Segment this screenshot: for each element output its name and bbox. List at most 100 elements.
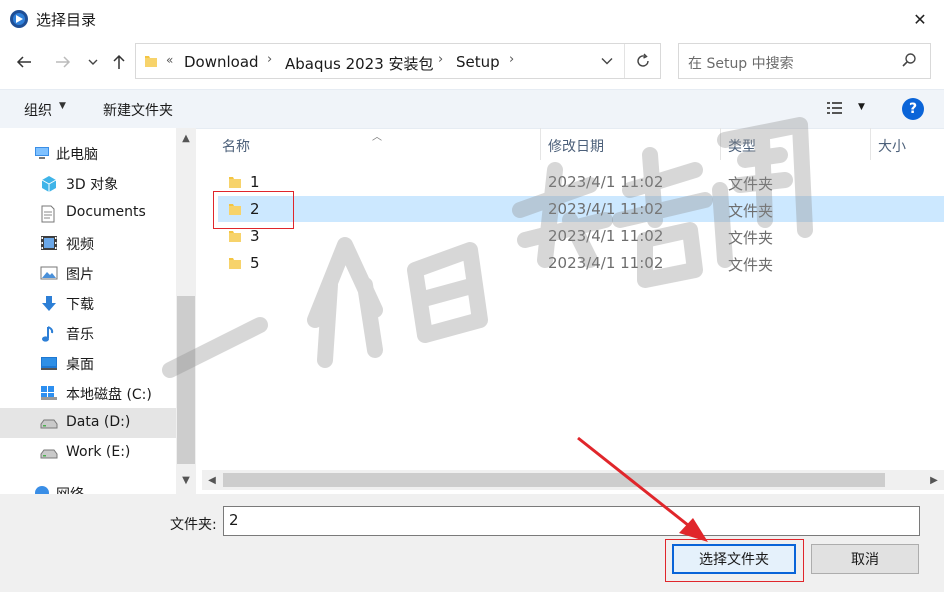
sidebar-item-label: 此电脑 — [56, 147, 98, 163]
horizontal-scroll-thumb[interactable] — [223, 473, 885, 487]
breadcrumb-separator[interactable]: › — [438, 52, 443, 67]
sidebar-item-3d-objects[interactable]: 3D 对象 — [0, 168, 176, 198]
recent-locations-button[interactable] — [83, 49, 103, 75]
file-type: 文件夹 — [728, 229, 774, 247]
close-icon: ✕ — [913, 9, 927, 29]
breadcrumb-separator[interactable]: › — [509, 52, 514, 67]
command-toolbar: 组织 ▼ 新建文件夹 ▼ ? — [0, 89, 944, 129]
file-date: 2023/4/1 11:02 — [548, 173, 664, 191]
new-folder-button[interactable]: 新建文件夹 — [103, 100, 173, 120]
column-divider[interactable] — [720, 128, 721, 160]
folder-field-label: 文件夹: — [170, 517, 217, 533]
view-caret-icon[interactable]: ▼ — [858, 102, 865, 112]
breadcrumb-setup[interactable]: Setup — [456, 53, 500, 71]
sidebar-scroll-thumb[interactable] — [177, 296, 195, 464]
column-header-type[interactable]: 类型 — [728, 136, 756, 156]
window-title: 选择目录 — [36, 11, 97, 29]
file-type: 文件夹 — [728, 256, 774, 274]
sidebar-item-downloads[interactable]: 下载 — [0, 288, 176, 318]
close-button[interactable]: ✕ — [904, 4, 936, 34]
file-name: 5 — [250, 254, 260, 272]
annotation-arrow-icon — [577, 436, 708, 542]
scroll-up-icon[interactable]: ▲ — [176, 128, 196, 148]
file-row[interactable]: 1 2023/4/1 11:02 文件夹 — [218, 169, 944, 195]
breadcrumb-abaqus[interactable]: Abaqus 2023 安装包 — [285, 53, 434, 74]
folder-icon — [228, 256, 242, 274]
sidebar-item-label: Documents — [66, 204, 146, 220]
up-button[interactable] — [106, 49, 132, 75]
title-bar: 选择目录 ✕ — [0, 0, 944, 38]
sidebar-item-video[interactable]: 视频 — [0, 228, 176, 258]
sidebar-item-drive-d[interactable]: Data (D:) — [0, 408, 176, 438]
file-date: 2023/4/1 11:02 — [548, 200, 664, 218]
search-icon[interactable] — [901, 52, 917, 72]
breadcrumb-separator[interactable]: › — [267, 52, 272, 67]
sidebar-item-documents[interactable]: Documents — [0, 198, 176, 228]
navigation-pane: 此电脑 3D 对象 Documents 视频 图片 下载 音乐 桌面 本地磁盘 … — [0, 128, 196, 494]
sidebar-item-desktop[interactable]: 桌面 — [0, 348, 176, 378]
arrow-up-icon — [113, 54, 125, 69]
download-icon — [40, 295, 58, 311]
overflow-chevron-icon[interactable]: « — [166, 53, 173, 67]
file-type: 文件夹 — [728, 175, 774, 193]
sidebar-item-label: Data (D:) — [66, 414, 131, 430]
music-icon — [40, 325, 58, 342]
organize-button[interactable]: 组织 — [24, 100, 52, 120]
file-date: 2023/4/1 11:02 — [548, 254, 664, 272]
file-type: 文件夹 — [728, 202, 774, 220]
scroll-left-icon[interactable]: ◀ — [202, 470, 222, 490]
sidebar-item-label: 网络 — [56, 484, 84, 494]
app-icon — [9, 9, 29, 29]
arrow-left-icon — [16, 56, 31, 68]
cancel-button[interactable]: 取消 — [811, 544, 919, 574]
pc-icon — [33, 145, 51, 161]
chevron-down-icon — [601, 58, 613, 65]
address-bar[interactable]: « Download › Abaqus 2023 安装包 › Setup › — [135, 43, 661, 79]
sidebar-item-music[interactable]: 音乐 — [0, 318, 176, 348]
drive-c-icon — [40, 385, 58, 401]
refresh-button[interactable] — [624, 44, 661, 78]
folder-icon — [144, 53, 158, 73]
column-divider[interactable] — [540, 128, 541, 160]
sidebar-item-label: 音乐 — [66, 327, 94, 343]
sidebar-item-label: 本地磁盘 (C:) — [66, 387, 152, 403]
file-row[interactable]: 3 2023/4/1 11:02 文件夹 — [218, 223, 944, 249]
annotation-box-folder-2 — [213, 191, 294, 229]
back-button[interactable] — [11, 49, 37, 75]
column-header-size[interactable]: 大小 — [878, 136, 906, 156]
scroll-right-icon[interactable]: ▶ — [924, 470, 944, 490]
sidebar-item-label: 图片 — [66, 267, 94, 283]
arrow-right-icon — [56, 56, 71, 68]
sort-ascending-icon: ︿ — [372, 132, 382, 143]
scroll-down-icon[interactable]: ▼ — [176, 470, 196, 490]
sidebar-item-label: 3D 对象 — [66, 177, 119, 193]
sidebar-item-drive-e[interactable]: Work (E:) — [0, 438, 176, 468]
video-icon — [40, 235, 58, 251]
address-dropdown-button[interactable] — [595, 50, 619, 72]
sidebar-item-label: 桌面 — [66, 357, 94, 373]
search-box[interactable]: 在 Setup 中搜索 — [678, 43, 931, 79]
sidebar-item-pictures[interactable]: 图片 — [0, 258, 176, 288]
file-row[interactable]: 5 2023/4/1 11:02 文件夹 — [218, 250, 944, 276]
column-header-name[interactable]: 名称 — [222, 136, 250, 156]
pictures-icon — [40, 265, 58, 281]
sidebar-item-drive-c[interactable]: 本地磁盘 (C:) — [0, 378, 176, 408]
search-input[interactable]: 在 Setup 中搜索 — [688, 53, 794, 73]
drive-e-icon — [40, 445, 58, 461]
network-icon — [33, 485, 51, 494]
folder-icon — [228, 229, 242, 247]
chevron-down-icon — [88, 59, 98, 65]
breadcrumb-download[interactable]: Download — [184, 53, 259, 71]
caret-down-icon[interactable]: ▼ — [59, 101, 66, 111]
sidebar-item-network[interactable]: 网络 — [0, 478, 176, 494]
sidebar-item-label: Work (E:) — [66, 444, 131, 460]
column-header-date[interactable]: 修改日期 — [548, 136, 604, 156]
forward-button[interactable] — [50, 49, 76, 75]
view-options-icon[interactable] — [826, 100, 846, 120]
sidebar-item-this-pc[interactable]: 此电脑 — [0, 138, 176, 168]
refresh-icon — [637, 53, 649, 67]
file-row-selected[interactable]: 2 2023/4/1 11:02 文件夹 — [218, 196, 944, 222]
help-icon[interactable]: ? — [902, 98, 924, 120]
file-name: 3 — [250, 227, 260, 245]
column-divider[interactable] — [870, 128, 871, 160]
